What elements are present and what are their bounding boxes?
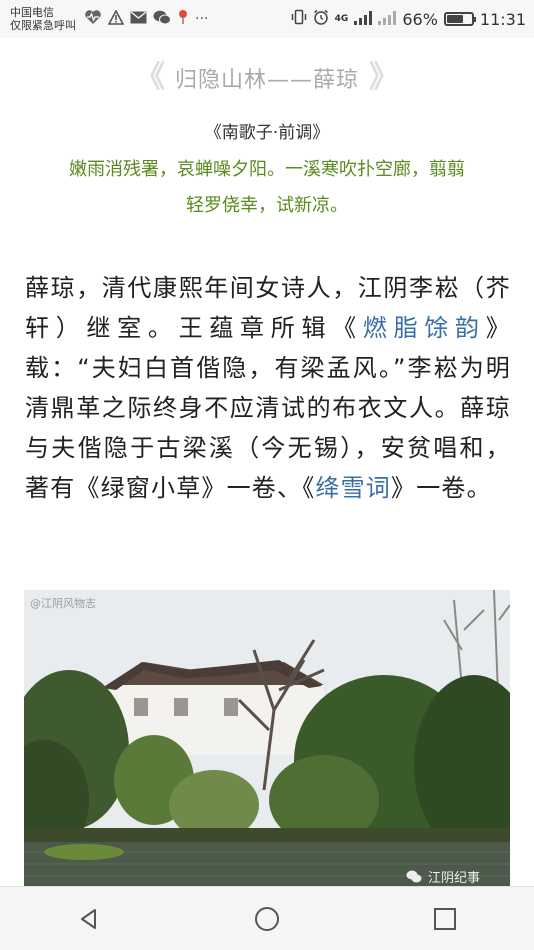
body-text-segment: 》一卷。 — [391, 474, 492, 502]
alarm-icon — [313, 9, 329, 29]
recent-square-icon — [434, 907, 456, 930]
home-circle-icon — [255, 906, 279, 931]
system-status: 4G 66% 11:31 — [291, 9, 526, 29]
battery-level — [446, 15, 463, 23]
watermark-top: @江阴风物志 — [30, 597, 96, 610]
network-type: 4G — [334, 14, 349, 24]
right-chevron-decoration-icon: 》 — [369, 60, 399, 95]
poem-title: 《南歌子·前调》 — [204, 123, 330, 143]
watermark-text: 江阴纪事 — [427, 871, 480, 886]
navigation-bar — [0, 886, 534, 950]
link-jiangxue-ci[interactable]: 绛雪词 — [315, 474, 391, 502]
carrier-status: 仅限紧急呼叫 — [10, 19, 76, 32]
recent-apps-button[interactable] — [415, 894, 475, 944]
signal-icon-secondary — [378, 10, 397, 29]
link-ranzhi-yuyun[interactable]: 燃脂馀韵 — [363, 314, 486, 342]
wechat-watermark-icon — [406, 870, 422, 883]
article-body: 薛琼，清代康熙年间女诗人，江阴李崧（芥轩）继室。王蕴章所辑《燃脂馀韵》载：“夫妇… — [25, 268, 511, 508]
signal-icon — [354, 10, 373, 29]
poem-line: 轻罗侥幸，试新凉。 — [186, 195, 348, 216]
battery-percent: 66% — [402, 9, 438, 29]
warning-icon — [107, 8, 125, 29]
left-chevron-decoration-icon: 《 — [134, 60, 165, 95]
heart-pulse-icon — [84, 9, 102, 29]
home-button[interactable] — [237, 894, 297, 944]
more-icon: ··· — [195, 11, 209, 27]
poem-line: 嫩雨消残署，哀蝉噪夕阳。一溪寒吹扑空廊，翦翦 — [69, 159, 465, 180]
article-title: 归隐山林——薛琼 — [174, 68, 359, 93]
vibrate-icon — [291, 9, 307, 29]
photo-scene — [24, 590, 510, 886]
watermark-bottom: 江阴纪事 — [406, 867, 480, 886]
back-button[interactable] — [59, 894, 119, 944]
battery-tip — [472, 17, 476, 22]
pin-icon — [177, 9, 189, 29]
mail-icon — [130, 10, 147, 28]
back-triangle-icon — [81, 908, 96, 929]
battery-icon — [443, 12, 476, 26]
poem-text: 嫩雨消残署，哀蝉噪夕阳。一溪寒吹扑空廊，翦翦 轻罗侥幸，试新凉。 — [20, 152, 514, 224]
carrier-name: 中国电信 — [10, 6, 54, 19]
wechat-icon — [153, 10, 171, 29]
notification-icons: ··· — [84, 8, 209, 29]
status-bar: 中国电信 仅限紧急呼叫 ··· 4G 66% 11:31 — [0, 0, 534, 38]
article-header: 《 归隐山林——薛琼 》 — [0, 58, 534, 98]
carrier-info: 中国电信 仅限紧急呼叫 — [10, 6, 76, 32]
clock: 11:31 — [479, 9, 526, 29]
article-photo[interactable]: @江阴风物志 江阴纪事 — [24, 590, 510, 886]
